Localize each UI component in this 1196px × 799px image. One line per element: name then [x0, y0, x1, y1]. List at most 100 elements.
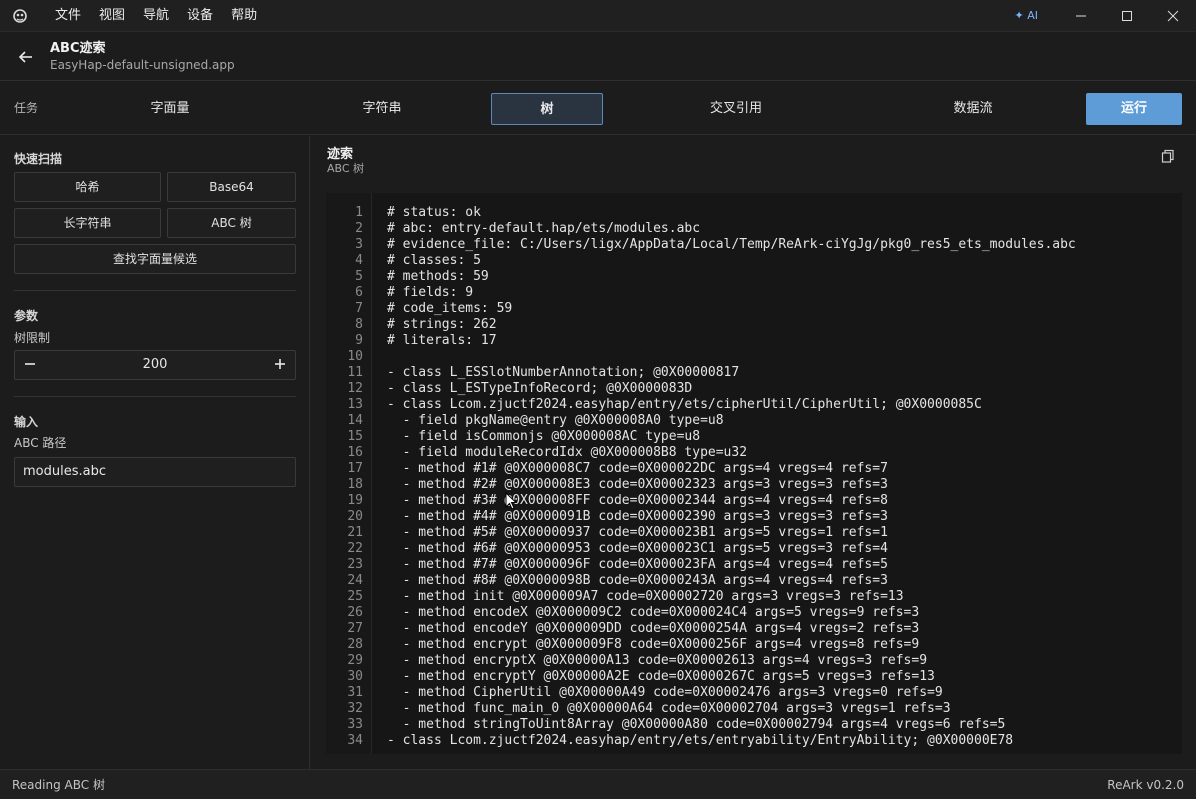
tab-literals[interactable]: 字面量 — [110, 93, 230, 125]
find-literal-candidates-button[interactable]: 查找字面量候选 — [14, 244, 296, 274]
code-line: 15 - field isCommonjs @0X000008AC type=u… — [326, 429, 1182, 445]
abc-tree-button[interactable]: ABC 树 — [167, 208, 296, 238]
line-number: 5 — [355, 269, 363, 284]
app-logo-icon — [12, 8, 28, 24]
tab-dataflow[interactable]: 数据流 — [913, 93, 1033, 125]
code-text: - method init @0X000009A7 code=0X0000272… — [387, 589, 904, 604]
menu-help[interactable]: 帮助 — [222, 0, 266, 32]
code-line: 6 # fields: 9 — [326, 285, 1182, 301]
code-text: # strings: 262 — [387, 317, 497, 332]
line-number: 10 — [347, 349, 363, 364]
menu-file[interactable]: 文件 — [46, 0, 90, 32]
arrow-left-icon — [18, 50, 32, 63]
code-line: 32 - method func_main_0 @0X00000A64 code… — [326, 701, 1182, 717]
menu-device[interactable]: 设备 — [178, 0, 222, 32]
copy-button[interactable] — [1161, 149, 1177, 165]
code-text: # abc: entry-default.hap/ets/modules.abc — [387, 221, 701, 236]
divider — [14, 396, 296, 397]
line-number: 6 — [355, 285, 363, 300]
code-text: - method #3# @0X000008FF code=0X00002344… — [387, 493, 888, 508]
code-text: - method encodeX @0X000009C2 code=0X0000… — [387, 605, 920, 620]
main-panel: 迹索 ABC 树 1 # status: ok 2 # abc: entry-defa… — [311, 136, 1196, 769]
line-number: 4 — [355, 253, 363, 268]
code-line: 17 - method #1# @0X000008C7 code=0X00002… — [326, 461, 1182, 477]
minimize-button[interactable] — [1058, 0, 1104, 32]
code-line: 24 - method #8# @0X0000098B code=0X00002… — [326, 573, 1182, 589]
line-number: 13 — [347, 397, 363, 412]
line-number: 23 — [347, 557, 363, 572]
close-button[interactable] — [1150, 0, 1196, 32]
code-text: # literals: 17 — [387, 333, 497, 348]
status-bar: Reading ABC 树 ReArk v0.2.0 — [0, 769, 1196, 799]
code-output[interactable]: 1 # status: ok 2 # abc: entry-default.hap/e… — [326, 193, 1182, 754]
abc-path-input[interactable]: modules.abc — [14, 457, 296, 487]
code-text: - method stringToUint8Array @0X00000A80 … — [387, 717, 1006, 732]
ai-button[interactable]: ✦ AI — [1007, 0, 1046, 32]
code-line: 10 — [326, 349, 1182, 365]
code-text: # fields: 9 — [387, 285, 474, 300]
code-text: - method #8# @0X0000098B code=0X0000243A… — [387, 573, 888, 588]
line-number: 14 — [347, 413, 363, 428]
code-line: 30 - method encryptY @0X00000A2E code=0X… — [326, 669, 1182, 685]
close-icon — [1167, 10, 1179, 21]
code-text: # status: ok — [387, 205, 481, 220]
line-number: 31 — [347, 685, 363, 700]
base64-button[interactable]: Base64 — [167, 172, 296, 202]
code-text: - field pkgName@entry @0X000008A0 type=u… — [387, 413, 724, 428]
code-text: - method #6# @0X00000953 code=0X000023C1… — [387, 541, 888, 556]
code-text: - method CipherUtil @0X00000A49 code=0X0… — [387, 685, 943, 700]
line-number: 22 — [347, 541, 363, 556]
tree-limit-value[interactable]: 200 — [55, 351, 255, 379]
page-subtitle: EasyHap-default-unsigned.app — [50, 57, 235, 72]
tab-xref[interactable]: 交叉引用 — [676, 93, 796, 125]
code-line: 33 - method stringToUint8Array @0X00000A… — [326, 717, 1182, 733]
tab-tree[interactable]: 树 — [491, 93, 603, 125]
code-line: 13 - class Lcom.zjuctf2024.easyhap/entry/… — [326, 397, 1182, 413]
code-line: 8 # strings: 262 — [326, 317, 1182, 333]
menu-navigate[interactable]: 导航 — [134, 0, 178, 32]
line-number: 19 — [347, 493, 363, 508]
code-line: 9 # literals: 17 — [326, 333, 1182, 349]
code-line: 22 - method #6# @0X00000953 code=0X00002… — [326, 541, 1182, 557]
panel-subtitle: ABC 树 — [327, 162, 365, 175]
tab-strings[interactable]: 字符串 — [322, 93, 442, 125]
line-number: 15 — [347, 429, 363, 444]
code-text: - method #4# @0X0000091B code=0X00002390… — [387, 509, 888, 524]
line-number: 30 — [347, 669, 363, 684]
code-text: # methods: 59 — [387, 269, 489, 284]
line-number: 26 — [347, 605, 363, 620]
maximize-button[interactable] — [1104, 0, 1150, 32]
line-number: 24 — [347, 573, 363, 588]
code-line: 2 # abc: entry-default.hap/ets/modules.ab… — [326, 221, 1182, 237]
code-text: - field moduleRecordIdx @0X000008B8 type… — [387, 445, 748, 460]
minus-icon — [25, 363, 35, 365]
increment-button[interactable] — [266, 351, 294, 379]
line-number: 28 — [347, 637, 363, 652]
line-number: 34 — [347, 733, 363, 748]
code-text: - method encrypt @0X000009F8 code=0X0000… — [387, 637, 920, 652]
line-number: 2 — [355, 221, 363, 236]
line-number: 8 — [355, 317, 363, 332]
line-number: 12 — [347, 381, 363, 396]
line-number: 3 — [355, 237, 363, 252]
line-number: 27 — [347, 621, 363, 636]
line-number: 33 — [347, 717, 363, 732]
code-line: 1 # status: ok — [326, 205, 1182, 221]
decrement-button[interactable] — [16, 351, 44, 379]
code-line: 19 - method #3# @0X000008FF code=0X00002… — [326, 493, 1182, 509]
hash-button[interactable]: 哈希 — [14, 172, 161, 202]
minimize-icon — [1076, 15, 1086, 16]
code-line: 16 - field moduleRecordIdx @0X000008B8 t… — [326, 445, 1182, 461]
code-text: - method #7# @0X0000096F code=0X000023FA… — [387, 557, 888, 572]
back-button[interactable] — [16, 47, 36, 67]
code-text: - field isCommonjs @0X000008AC type=u8 — [387, 429, 701, 444]
menu-view[interactable]: 视图 — [90, 0, 134, 32]
run-button[interactable]: 运行 — [1086, 93, 1182, 125]
line-number: 16 — [347, 445, 363, 460]
code-line: 27 - method encodeY @0X000009DD code=0X0… — [326, 621, 1182, 637]
code-line: 23 - method #7# @0X0000096F code=0X00002… — [326, 557, 1182, 573]
code-text: - class Lcom.zjuctf2024.easyhap/entry/et… — [387, 397, 982, 412]
code-line: 5 # methods: 59 — [326, 269, 1182, 285]
code-line: 12 - class L_ESTypeInfoRecord; @0X0000083… — [326, 381, 1182, 397]
long-string-button[interactable]: 长字符串 — [14, 208, 161, 238]
